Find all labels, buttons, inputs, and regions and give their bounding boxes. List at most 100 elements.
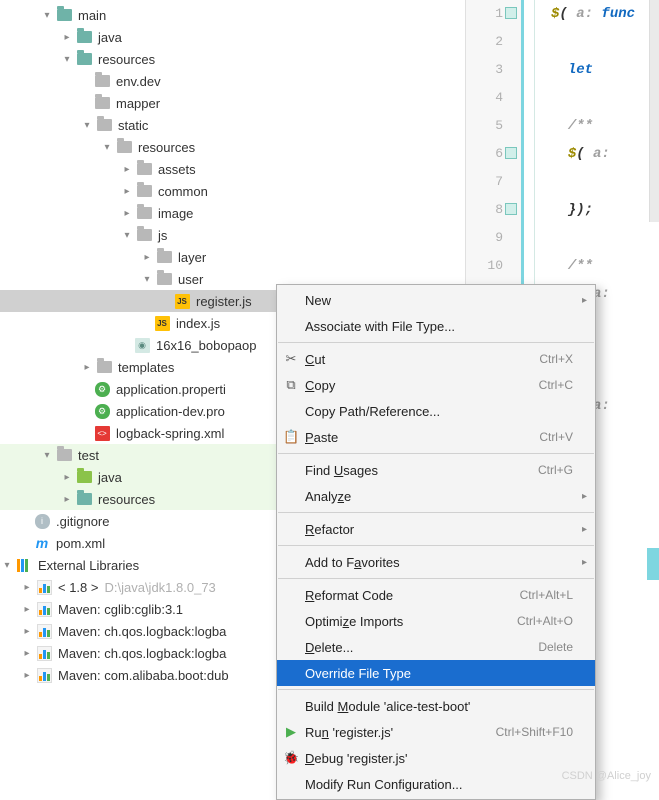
code-token: /** — [568, 118, 593, 134]
menu-delete[interactable]: Delete...Delete — [277, 634, 595, 660]
tree-label: register.js — [196, 294, 258, 309]
folder-icon — [95, 75, 110, 87]
code-token: }); — [568, 202, 593, 218]
js-icon: JS — [155, 316, 170, 331]
fold-icon[interactable] — [505, 147, 517, 159]
menu-run[interactable]: ▶Run 'register.js'Ctrl+Shift+F10 — [277, 719, 595, 745]
line-number: 6 — [495, 146, 503, 161]
menu-build[interactable]: Build Module 'alice-test-boot' — [277, 693, 595, 719]
menu-shortcut: Ctrl+Shift+F10 — [496, 725, 573, 739]
code-token: $ — [568, 146, 576, 162]
folder-image[interactable]: ▸image — [0, 202, 465, 224]
folder-resources[interactable]: ▾ resources — [0, 48, 465, 70]
chevron-right-icon: ▸ — [20, 580, 34, 594]
menu-separator — [278, 578, 594, 579]
tree-label: logback-spring.xml — [116, 426, 230, 441]
jar-icon — [37, 602, 52, 617]
tree-label: .gitignore — [56, 514, 115, 529]
folder-common[interactable]: ▸ common — [0, 180, 465, 202]
tree-label: resources — [138, 140, 201, 155]
submenu-arrow-icon: ▸ — [582, 491, 587, 502]
folder-icon — [157, 273, 172, 285]
line-number: 4 — [495, 90, 503, 105]
folder-js[interactable]: ▾js — [0, 224, 465, 246]
folder-icon — [57, 449, 72, 461]
menu-refactor[interactable]: Refactor▸ — [277, 516, 595, 542]
menu-separator — [278, 689, 594, 690]
folder-main[interactable]: ▾main — [0, 4, 465, 26]
menu-reformat[interactable]: Reformat CodeCtrl+Alt+L — [277, 582, 595, 608]
xml-icon: <> — [95, 426, 110, 441]
folder-static[interactable]: ▾static — [0, 114, 465, 136]
menu-debug[interactable]: 🐞Debug 'register.js' — [277, 745, 595, 771]
tree-label: pom.xml — [56, 536, 111, 551]
menu-copy[interactable]: ⧉CopyCtrl+C — [277, 372, 595, 398]
menu-separator — [278, 453, 594, 454]
menu-copy-path[interactable]: Copy Path/Reference... — [277, 398, 595, 424]
menu-shortcut: Ctrl+Alt+O — [517, 614, 573, 628]
folder-resources2[interactable]: ▾resources — [0, 136, 465, 158]
marker — [647, 548, 659, 580]
fold-icon[interactable] — [505, 203, 517, 215]
menu-label: Override File Type — [305, 666, 411, 681]
tree-label: Maven: ch.qos.logback:logba — [58, 646, 232, 661]
folder-assets[interactable]: ▸assets — [0, 158, 465, 180]
tree-label: js — [158, 228, 173, 243]
code-token: a: — [568, 6, 593, 22]
folder-icon — [77, 493, 92, 505]
chevron-right-icon: ▸ — [120, 184, 134, 198]
code-token: a: — [585, 146, 610, 162]
menu-label: New — [305, 293, 331, 308]
menu-find-usages[interactable]: Find UsagesCtrl+G — [277, 457, 595, 483]
menu-separator — [278, 342, 594, 343]
scrollbar[interactable] — [649, 0, 659, 222]
folder-mapper[interactable]: mapper — [0, 92, 465, 114]
tree-label: < 1.8 > — [58, 580, 104, 595]
tree-label: index.js — [176, 316, 226, 331]
copy-icon: ⧉ — [283, 377, 299, 393]
chevron-right-icon: ▸ — [20, 624, 34, 638]
tree-label: templates — [118, 360, 180, 375]
cut-icon: ✂ — [283, 351, 299, 367]
menu-favorites[interactable]: Add to Favorites▸ — [277, 549, 595, 575]
folder-envdev[interactable]: env.dev — [0, 70, 465, 92]
svg-icon: ◉ — [135, 338, 150, 353]
chevron-down-icon: ▾ — [60, 52, 74, 66]
menu-override-file-type[interactable]: Override File Type — [277, 660, 595, 686]
menu-label: Modify Run Configuration... — [305, 777, 463, 792]
tree-label: Maven: com.alibaba.boot:dub — [58, 668, 235, 683]
chevron-right-icon: ▸ — [140, 250, 154, 264]
menu-shortcut: Ctrl+X — [539, 352, 573, 366]
chevron-down-icon: ▾ — [40, 448, 54, 462]
menu-associate[interactable]: Associate with File Type... — [277, 313, 595, 339]
tree-label: Maven: cglib:cglib:3.1 — [58, 602, 189, 617]
code-token: ( — [576, 146, 584, 162]
menu-cut[interactable]: ✂CutCtrl+X — [277, 346, 595, 372]
code-token: let — [568, 62, 602, 78]
run-icon: ▶ — [283, 724, 299, 740]
chevron-down-icon: ▾ — [80, 118, 94, 132]
menu-optimize[interactable]: Optimize ImportsCtrl+Alt+O — [277, 608, 595, 634]
fold-icon[interactable] — [505, 7, 517, 19]
tree-label: common — [158, 184, 214, 199]
folder-java[interactable]: ▸java — [0, 26, 465, 48]
jar-icon — [37, 624, 52, 639]
submenu-arrow-icon: ▸ — [582, 295, 587, 306]
chevron-right-icon: ▸ — [20, 602, 34, 616]
folder-layer[interactable]: ▸layer — [0, 246, 465, 268]
menu-modify-run[interactable]: Modify Run Configuration... — [277, 771, 595, 797]
tree-label: assets — [158, 162, 202, 177]
paste-icon: 📋 — [283, 429, 299, 445]
menu-new[interactable]: New ▸ — [277, 287, 595, 313]
folder-icon — [77, 31, 92, 43]
line-number: 5 — [495, 118, 503, 133]
tree-label: resources — [98, 52, 161, 67]
code-token: /** — [568, 258, 593, 274]
folder-icon — [77, 53, 92, 65]
folder-icon — [95, 97, 110, 109]
menu-paste[interactable]: 📋PasteCtrl+V — [277, 424, 595, 450]
menu-separator — [278, 545, 594, 546]
menu-shortcut: Ctrl+V — [539, 430, 573, 444]
menu-analyze[interactable]: Analyze▸ — [277, 483, 595, 509]
bug-icon: 🐞 — [283, 750, 299, 766]
